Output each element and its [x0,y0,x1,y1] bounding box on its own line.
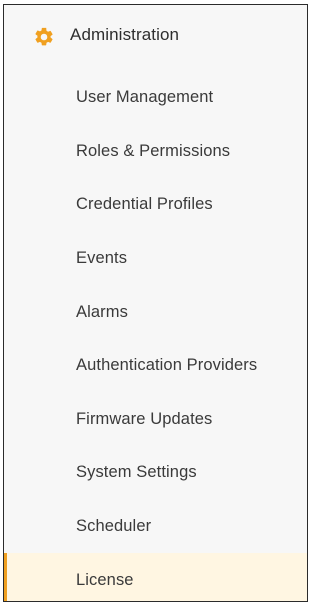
menu-item-scheduler[interactable]: Scheduler [4,500,307,554]
menu-item-label: System Settings [76,463,197,482]
menu-item-alarms[interactable]: Alarms [4,285,307,339]
section-title: Administration [70,25,180,44]
menu-item-label: License [76,570,134,589]
menu-item-events[interactable]: Events [4,232,307,286]
admin-nav-panel: Administration User Management Roles & P… [3,4,308,602]
menu-item-credential-profiles[interactable]: Credential Profiles [4,178,307,232]
administration-section-header[interactable]: Administration [4,5,307,67]
menu-item-roles-permissions[interactable]: Roles & Permissions [4,125,307,179]
menu-item-user-management[interactable]: User Management [4,71,307,125]
menu-item-authentication-providers[interactable]: Authentication Providers [4,339,307,393]
menu-item-label: Events [76,249,128,268]
menu-item-label: Firmware Updates [76,409,213,428]
menu-item-label: Scheduler [76,517,152,536]
menu-item-license[interactable]: License [4,553,307,601]
menu-item-label: Roles & Permissions [76,141,231,160]
gear-icon [35,27,53,46]
menu-item-label: Alarms [76,302,128,321]
admin-menu: User Management Roles & Permissions Cred… [4,71,307,601]
menu-item-label: User Management [76,88,214,107]
menu-item-label: Authentication Providers [76,356,258,375]
menu-item-system-settings[interactable]: System Settings [4,446,307,500]
menu-item-label: Credential Profiles [76,195,213,214]
menu-item-firmware-updates[interactable]: Firmware Updates [4,393,307,447]
